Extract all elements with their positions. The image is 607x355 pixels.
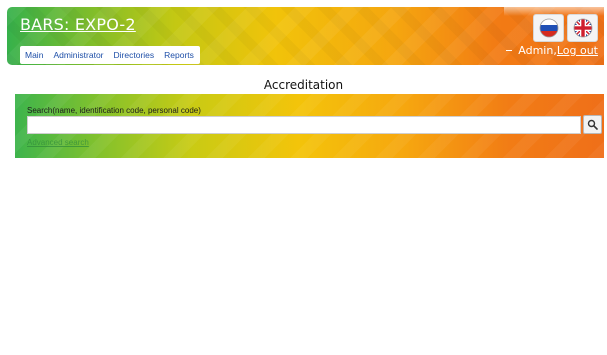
menu-item-administrator[interactable]: Administrator [53,50,103,60]
search-icon [587,119,598,130]
language-switcher [533,14,598,42]
menu-item-main[interactable]: Main [25,50,43,60]
russia-flag-icon [539,18,558,38]
page: BARS: EXPO-2 Main Administrator Director… [0,0,607,355]
page-title: Accreditation [263,78,344,92]
language-ru-button[interactable] [533,14,564,42]
advanced-search-link[interactable]: Advanced search [27,138,89,147]
search-button[interactable] [583,115,602,134]
app-title-link[interactable]: BARS: EXPO-2 [20,15,136,34]
main-menu: Main Administrator Directories Reports [20,46,200,64]
logout-link[interactable]: Log out [557,44,598,57]
search-input[interactable] [27,116,581,134]
menu-item-reports[interactable]: Reports [164,50,194,60]
uk-flag-icon [573,18,592,38]
user-dash [506,50,513,51]
search-panel: Search(name, identification code, person… [15,94,604,158]
header-banner: BARS: EXPO-2 Main Administrator Director… [7,7,604,65]
user-name: Admin, [518,44,557,57]
menu-item-directories[interactable]: Directories [114,50,155,60]
language-en-button[interactable] [567,14,598,42]
user-area: Admin, Log out [506,44,598,57]
search-label: Search(name, identification code, person… [27,106,201,115]
